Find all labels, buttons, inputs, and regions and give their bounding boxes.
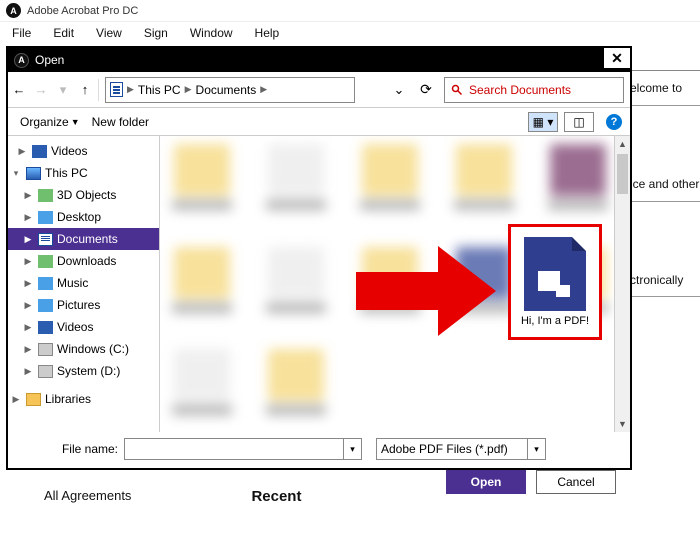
file-list[interactable]: Hi, I'm a PDF! ▲ ▼ (160, 136, 630, 432)
close-icon[interactable]: ✕ (602, 46, 632, 70)
nav-up-icon[interactable]: ↑ (74, 77, 96, 103)
scroll-down-icon[interactable]: ▼ (615, 416, 630, 432)
tree-music[interactable]: ▶Music (8, 272, 159, 294)
tree-documents[interactable]: ▶Documents (8, 228, 159, 250)
tree-3dobjects[interactable]: ▶3D Objects (8, 184, 159, 206)
menubar: File Edit View Sign Window Help (0, 22, 700, 44)
tutorial-arrow-icon (356, 246, 506, 336)
filename-input[interactable]: ▾ (124, 438, 362, 460)
tree-desktop[interactable]: ▶Desktop (8, 206, 159, 228)
scrollbar[interactable]: ▲ ▼ (614, 136, 630, 432)
scroll-up-icon[interactable]: ▲ (615, 136, 630, 152)
chevron-right-icon[interactable]: ▶ (127, 84, 134, 95)
view-mode-button[interactable]: ▦ ▾ (528, 112, 558, 132)
search-input[interactable]: Search Documents (444, 77, 624, 103)
breadcrumb-icon (110, 82, 123, 97)
chevron-right-icon[interactable]: ▶ (260, 84, 267, 95)
breadcrumb[interactable]: ▶ This PC ▶ Documents ▶ (105, 77, 355, 103)
tree-libraries[interactable]: ▶Libraries (8, 388, 159, 410)
nav-recent-dropdown[interactable]: ▾ (52, 77, 74, 103)
refresh-icon[interactable]: ⟳ (414, 81, 438, 98)
app-title: Adobe Acrobat Pro DC (27, 5, 138, 17)
menu-help[interactable]: Help (245, 23, 290, 43)
cancel-button[interactable]: Cancel (536, 470, 616, 494)
tree-videos2[interactable]: ▶Videos (8, 316, 159, 338)
nav-forward-icon: → (30, 77, 52, 103)
bg-esign: ctronically (630, 272, 700, 298)
chevron-down-icon[interactable]: ▾ (527, 439, 545, 459)
tree-thispc[interactable]: ▾This PC (8, 162, 159, 184)
new-folder-button[interactable]: New folder (88, 113, 153, 131)
breadcrumb-thispc[interactable]: This PC (138, 83, 181, 97)
chevron-right-icon[interactable]: ▶ (185, 84, 192, 95)
tree-cdrive[interactable]: ▶Windows (C:) (8, 338, 159, 360)
dialog-title: Open (35, 53, 64, 67)
search-placeholder: Search Documents (469, 83, 571, 97)
bg-office: ice and other (630, 176, 700, 202)
nav-tree: ▶Videos ▾This PC ▶3D Objects ▶Desktop ▶D… (8, 136, 160, 432)
tree-videos[interactable]: ▶Videos (8, 140, 159, 162)
open-button[interactable]: Open (446, 470, 526, 494)
tree-pictures[interactable]: ▶Pictures (8, 294, 159, 316)
tree-ddrive[interactable]: ▶System (D:) (8, 360, 159, 382)
menu-edit[interactable]: Edit (43, 23, 84, 43)
pdf-file-icon (524, 237, 586, 311)
breadcrumb-dropdown-icon[interactable]: ⌄ (388, 77, 410, 103)
file-filter-select[interactable]: Adobe PDF Files (*.pdf) ▾ (376, 438, 546, 460)
file-item-pdf[interactable]: Hi, I'm a PDF! (508, 224, 602, 340)
app-icon: A (6, 3, 21, 18)
open-dialog: A Open ✕ ← → ▾ ↑ ▶ This PC ▶ Documents ▶… (6, 46, 632, 470)
search-icon (451, 84, 463, 96)
help-icon[interactable]: ? (606, 114, 622, 130)
file-item-label: Hi, I'm a PDF! (521, 315, 589, 327)
bg-welcome: elcome to (630, 80, 700, 106)
filename-dropdown-icon[interactable]: ▾ (343, 439, 361, 459)
dialog-icon: A (14, 53, 29, 68)
scroll-thumb[interactable] (617, 154, 628, 194)
menu-file[interactable]: File (2, 23, 41, 43)
menu-view[interactable]: View (86, 23, 132, 43)
filename-label: File name: (18, 442, 118, 456)
menu-window[interactable]: Window (180, 23, 243, 43)
preview-pane-button[interactable]: ◫ (564, 112, 594, 132)
breadcrumb-documents[interactable]: Documents (196, 83, 257, 97)
nav-back-icon[interactable]: ← (8, 77, 30, 103)
tree-downloads[interactable]: ▶Downloads (8, 250, 159, 272)
menu-sign[interactable]: Sign (134, 23, 178, 43)
organize-button[interactable]: Organize▼ (16, 113, 84, 131)
